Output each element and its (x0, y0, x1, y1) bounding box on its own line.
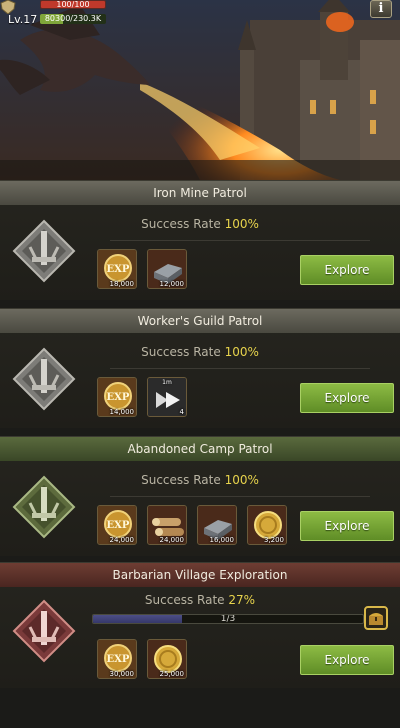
reward-iron[interactable]: 16,000 (197, 505, 237, 545)
svg-text:EXP: EXP (107, 654, 130, 665)
success-rate: Success Rate 100% (0, 345, 400, 359)
patrol-screen: 100/100 Lv.17 80300/230.3K i Iron Mine P… (0, 0, 400, 728)
reward-count: 3,200 (263, 536, 284, 544)
reward-count: 18,000 (109, 280, 135, 288)
reward-gold[interactable]: 25,000 (147, 639, 187, 679)
dragon-banner: 100/100 Lv.17 80300/230.3K i (0, 0, 400, 180)
reward-exp[interactable]: EXP 14,000 (97, 377, 137, 417)
success-rate: Success Rate 100% (0, 473, 400, 487)
xp-bar: 80300/230.3K (40, 14, 106, 24)
sword-emblem-icon (12, 599, 76, 663)
success-rate-label: Success Rate (141, 345, 221, 359)
svg-text:EXP: EXP (107, 392, 130, 403)
exploration-progress: 1/3 (92, 614, 364, 624)
speedup-duration: 1m (162, 379, 172, 386)
reward-speedup[interactable]: 1m 4 (147, 377, 187, 417)
patrol-card-abandoned-camp: Abandoned Camp Patrol Success Rate 100% … (0, 436, 400, 556)
success-rate-label: Success Rate (141, 473, 221, 487)
reward-count: 30,000 (109, 670, 135, 678)
patrol-card-barbarian-village: Barbarian Village Exploration Success Ra… (0, 562, 400, 688)
success-rate: Success Rate 100% (0, 217, 400, 231)
divider (110, 240, 370, 241)
reward-count: 4 (179, 408, 184, 416)
hp-bar: 100/100 (40, 0, 106, 9)
reward-count: 16,000 (209, 536, 235, 544)
success-rate-value: 100% (224, 473, 259, 487)
success-rate: Success Rate 27% (0, 593, 400, 607)
xp-text: 80300/230.3K (44, 14, 102, 23)
reward-count: 25,000 (159, 670, 185, 678)
explore-button[interactable]: Explore (300, 511, 394, 541)
chest-icon (369, 613, 383, 625)
reward-gold[interactable]: 3,200 (247, 505, 287, 545)
reward-count: 24,000 (109, 536, 135, 544)
info-button[interactable]: i (370, 0, 392, 18)
player-level: Lv.17 (8, 13, 38, 26)
success-rate-value: 100% (224, 217, 259, 231)
reward-count: 14,000 (109, 408, 135, 416)
patrol-card-workers-guild: Worker's Guild Patrol Success Rate 100% … (0, 308, 400, 428)
hp-text: 100/100 (56, 0, 90, 9)
success-rate-value: 27% (228, 593, 256, 607)
explore-button[interactable]: Explore (300, 383, 394, 413)
svg-text:EXP: EXP (107, 520, 130, 531)
success-rate-value: 100% (224, 345, 259, 359)
progress-text: 1/3 (220, 614, 236, 624)
player-hud: 100/100 Lv.17 80300/230.3K i (0, 0, 400, 30)
shield-icon (0, 0, 16, 14)
patrol-title: Iron Mine Patrol (0, 181, 400, 205)
reward-wood[interactable]: 24,000 (147, 505, 187, 545)
success-rate-label: Success Rate (144, 593, 225, 607)
divider (110, 496, 370, 497)
patrol-title: Abandoned Camp Patrol (0, 437, 400, 461)
reward-count: 12,000 (159, 280, 185, 288)
treasure-chest-icon[interactable] (364, 606, 388, 630)
reward-exp[interactable]: EXP 18,000 (97, 249, 137, 289)
divider (110, 368, 370, 369)
patrol-card-iron-mine: Iron Mine Patrol Success Rate 100% EXP 1… (0, 180, 400, 300)
reward-exp[interactable]: EXP 24,000 (97, 505, 137, 545)
svg-text:EXP: EXP (107, 264, 130, 275)
explore-button[interactable]: Explore (300, 255, 394, 285)
patrol-title: Worker's Guild Patrol (0, 309, 400, 333)
explore-button[interactable]: Explore (300, 645, 394, 675)
reward-iron[interactable]: 12,000 (147, 249, 187, 289)
patrol-title: Barbarian Village Exploration (0, 563, 400, 587)
success-rate-label: Success Rate (141, 217, 221, 231)
reward-exp[interactable]: EXP 30,000 (97, 639, 137, 679)
reward-count: 24,000 (159, 536, 185, 544)
